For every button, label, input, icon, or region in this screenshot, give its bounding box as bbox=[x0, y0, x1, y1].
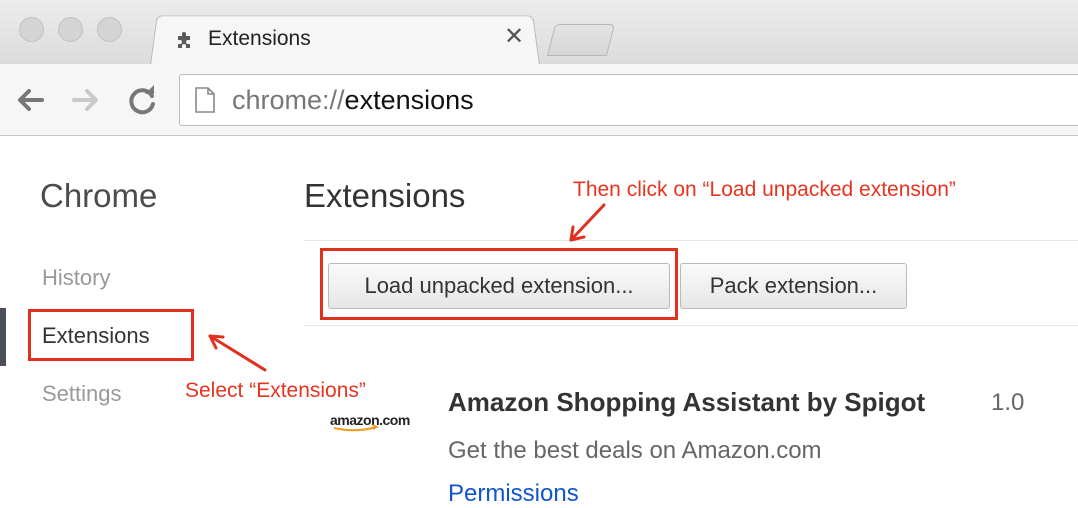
close-window-button[interactable] bbox=[19, 17, 44, 42]
sidebar-selection-indicator bbox=[0, 308, 6, 366]
annotation-select-hint: Select “Extensions” bbox=[185, 379, 366, 402]
extension-name: Amazon Shopping Assistant by Spigot bbox=[448, 387, 926, 417]
permissions-link[interactable]: Permissions bbox=[448, 480, 579, 508]
arrow-to-load-button bbox=[569, 203, 606, 242]
minimize-window-button[interactable] bbox=[58, 17, 83, 42]
annotation-load-hint: Then click on “Load unpacked extension” bbox=[573, 178, 956, 201]
divider bbox=[304, 325, 1078, 326]
highlight-box-load-button bbox=[320, 248, 678, 320]
puzzle-icon bbox=[178, 32, 190, 48]
sidebar-item-settings[interactable]: Settings bbox=[42, 381, 122, 407]
tab-title: Extensions bbox=[208, 27, 311, 50]
extension-description: Get the best deals on Amazon.com bbox=[448, 437, 822, 464]
close-tab-icon[interactable]: ✕ bbox=[504, 25, 524, 49]
address-bar[interactable]: chrome://extensions bbox=[179, 74, 1078, 126]
forward-arrow-icon[interactable] bbox=[68, 82, 104, 118]
browser-toolbar: chrome://extensions bbox=[0, 64, 1078, 136]
extension-version: 1.0 bbox=[991, 389, 1025, 416]
amazon-logo-text: amazon.com bbox=[330, 412, 410, 428]
arrow-head-extensions bbox=[208, 334, 225, 350]
pack-extension-button[interactable]: Pack extension... bbox=[680, 263, 907, 309]
reload-icon[interactable] bbox=[124, 82, 160, 118]
sidebar-item-history[interactable]: History bbox=[42, 265, 110, 291]
arrow-to-extensions bbox=[208, 334, 267, 372]
arrow-head-load bbox=[569, 225, 586, 242]
amazon-logo: amazon.com bbox=[330, 412, 410, 432]
page-icon bbox=[195, 87, 215, 113]
highlight-box-extensions bbox=[28, 309, 194, 361]
divider bbox=[304, 240, 1078, 241]
sidebar-title: Chrome bbox=[40, 177, 158, 214]
url-scheme: chrome:// bbox=[232, 85, 345, 115]
url-host: extensions bbox=[344, 85, 474, 115]
new-tab-button[interactable] bbox=[547, 24, 615, 56]
browser-titlebar: Extensions ✕ bbox=[0, 0, 1078, 66]
zoom-window-button[interactable] bbox=[97, 17, 122, 42]
page-title: Extensions bbox=[304, 177, 466, 214]
tab-content: Extensions ✕ bbox=[172, 14, 532, 64]
back-arrow-icon[interactable] bbox=[12, 82, 48, 118]
url-text: chrome://extensions bbox=[232, 85, 474, 115]
